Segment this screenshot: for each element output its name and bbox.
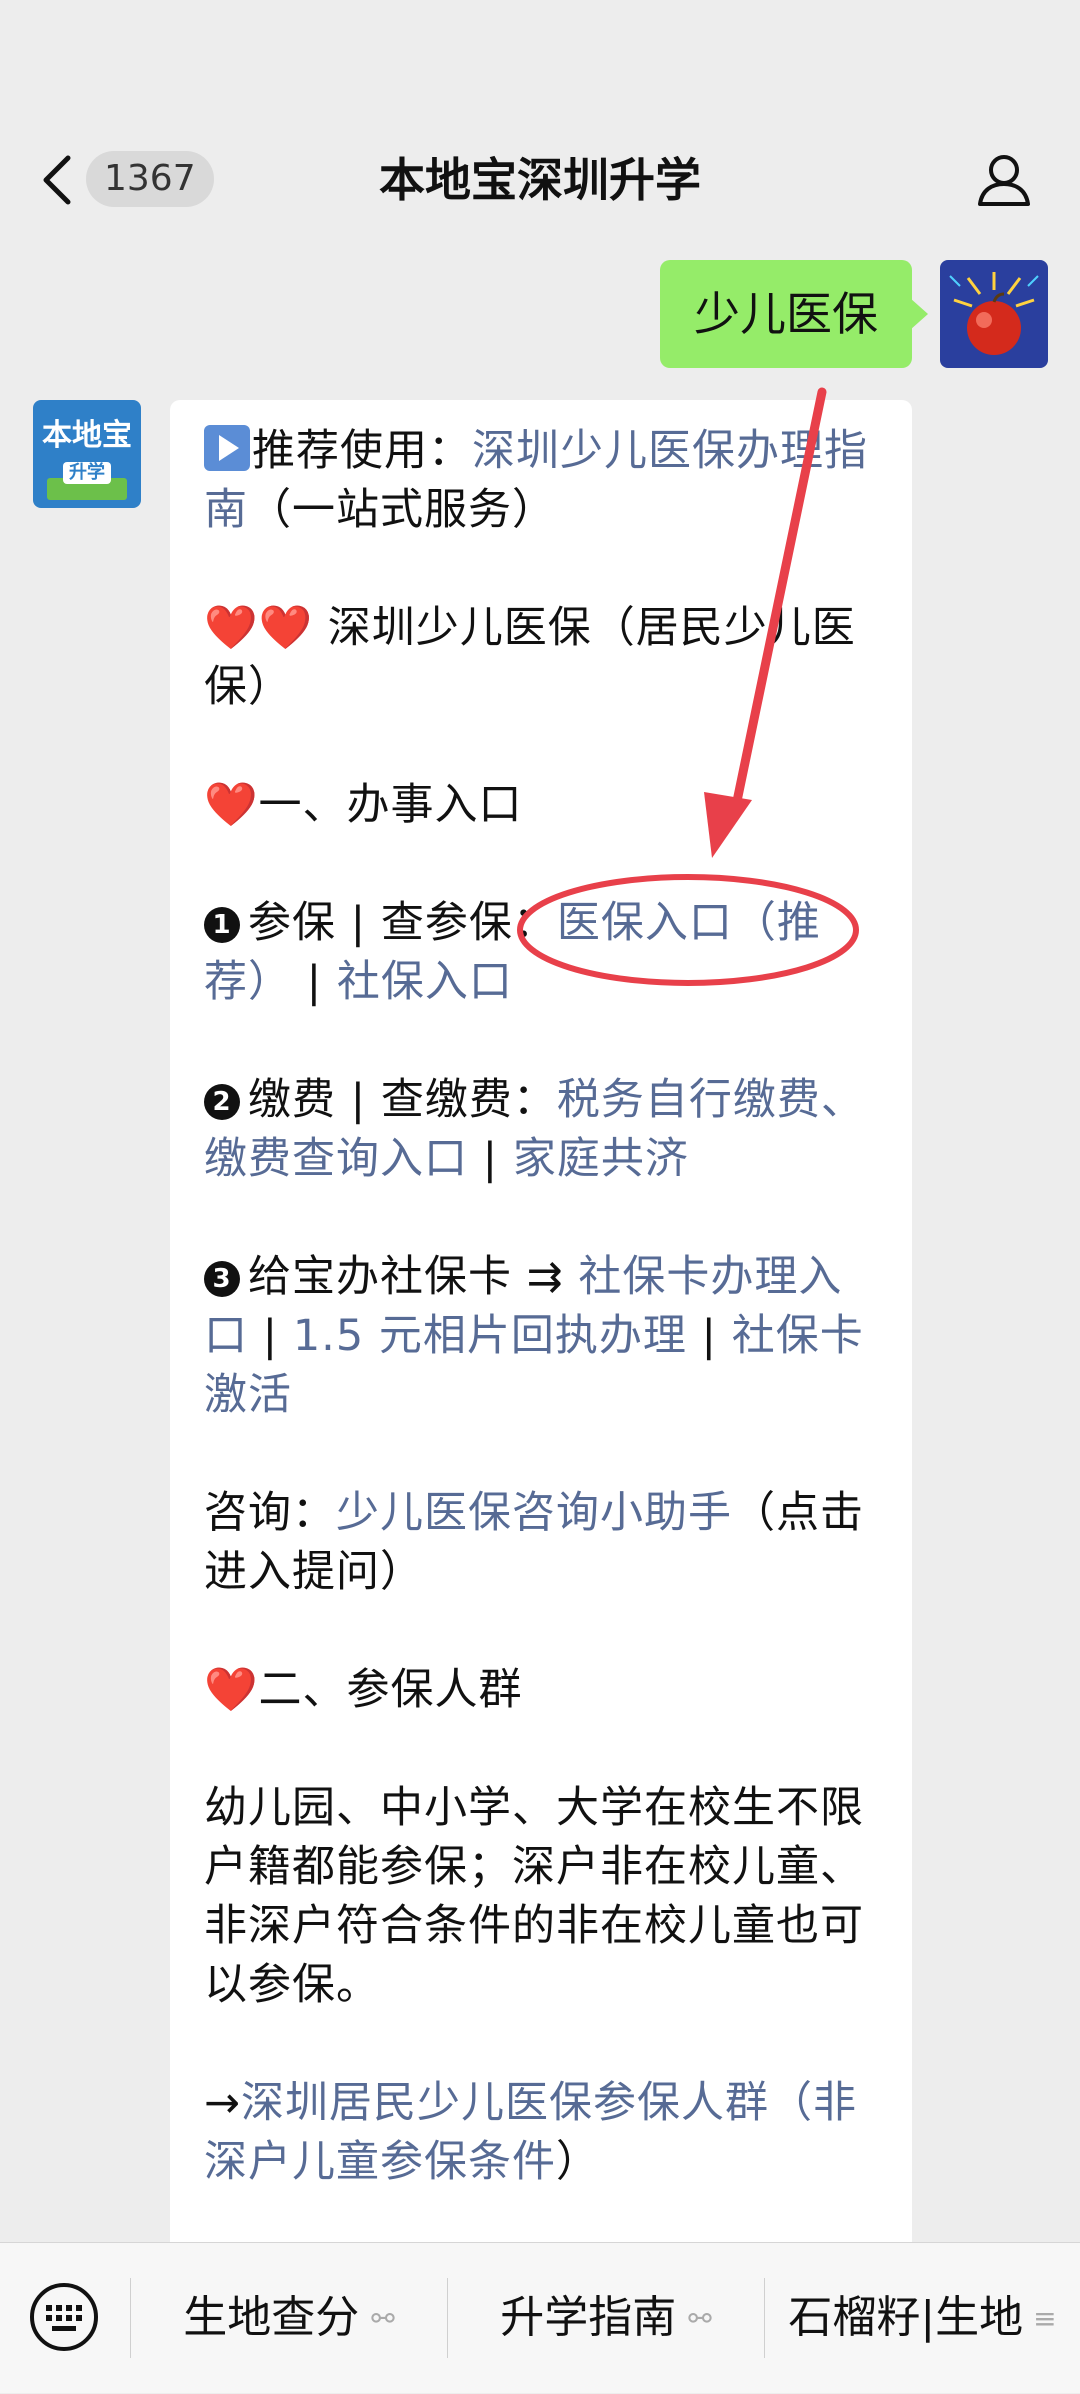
menu-item-score-query[interactable]: 生地查分 ⚯ (131, 2243, 447, 2393)
bendibao-logo-icon (33, 400, 141, 508)
user-avatar[interactable] (940, 260, 1048, 368)
official-account-avatar[interactable]: 本地宝 升学 (33, 400, 141, 508)
heart-icon: ❤️ (204, 1665, 259, 1715)
arrow-icon: → (204, 2078, 242, 2128)
keyboard-toggle-button[interactable] (28, 2281, 100, 2353)
social-security-entry-link[interactable]: 社保入口 (337, 957, 513, 1007)
consult-label: 咨询： (204, 1488, 336, 1538)
play-icon (204, 425, 250, 471)
item3-label: 给宝办社保卡 ⇉ (248, 1252, 579, 1302)
number-one-icon: 1 (204, 907, 240, 943)
separator: | (468, 1134, 513, 1184)
item2-label: 缴费 | 查缴费： (248, 1075, 557, 1125)
heart-icon: ❤️ (204, 780, 259, 830)
message-content: 推荐使用：深圳少儿医保办理指南（一站式服务） ❤️❤️ 深圳少儿医保（居民少儿医… (204, 422, 884, 2251)
population-link[interactable]: 深圳居民少儿医保参保人群 (241, 2078, 769, 2128)
profile-button[interactable] (974, 150, 1034, 210)
section-heading-entry: 一、办事入口 (258, 780, 523, 830)
menu-item-pomegranate-geo-bio[interactable]: 石榴籽|生地 ≡ (765, 2243, 1080, 2393)
apple-avatar-icon (940, 260, 1048, 368)
keyboard-icon (30, 2283, 98, 2351)
separator: | (292, 957, 337, 1007)
logo-text: 本地宝 (42, 418, 132, 453)
consult-assistant-link[interactable]: 少儿医保咨询小助手 (336, 1488, 732, 1538)
photo-receipt-link[interactable]: 1.5 元相片回执办理 (293, 1311, 687, 1361)
separator: | (686, 1311, 732, 1361)
page-title: 本地宝深圳升学 (379, 153, 701, 207)
incoming-message-bubble: 推荐使用：深圳少儿医保办理指南（一站式服务） ❤️❤️ 深圳少儿医保（居民少儿医… (170, 400, 912, 2260)
menu-list-icon: ≡ (1033, 2302, 1057, 2335)
population-suffix: ） (556, 2137, 600, 2187)
number-three-icon: 3 (204, 1261, 240, 1297)
recommend-label: 推荐使用： (252, 426, 472, 476)
separator: | (248, 1311, 293, 1361)
outgoing-message-bubble[interactable]: 少儿医保 (660, 260, 928, 368)
item1-label: 参保 | 查参保： (248, 898, 557, 948)
heart-icons: ❤️❤️ (204, 603, 314, 653)
menu-item-admission-guide[interactable]: 升学指南 ⚯ (448, 2243, 764, 2393)
menu-item-label: 生地查分 (183, 2292, 360, 2343)
menu-item-label: 升学指南 (500, 2292, 677, 2343)
recommend-suffix: （一站式服务） (248, 485, 556, 535)
custom-menu-bar: 生地查分 ⚯ 升学指南 ⚯ 石榴籽|生地 ≡ (0, 2242, 1080, 2393)
outgoing-message-text: 少儿医保 (694, 287, 878, 341)
menu-item-label: 石榴籽|生地 (788, 2292, 1024, 2343)
family-mutual-aid-link[interactable]: 家庭共济 (513, 1134, 689, 1184)
number-two-icon: 2 (204, 1084, 240, 1120)
population-text: 幼儿园、中小学、大学在校生不限户籍都能参保；深户非在校儿童、非深户符合条件的非在… (204, 1783, 864, 2010)
chat-header: 1367 本地宝深圳升学 (0, 0, 1080, 245)
section-heading-population: 二、参保人群 (258, 1665, 523, 1715)
logo-subtext: 升学 (69, 462, 105, 483)
person-icon (978, 155, 1030, 206)
link-icon: ⚯ (688, 2302, 712, 2335)
link-icon: ⚯ (371, 2302, 395, 2335)
